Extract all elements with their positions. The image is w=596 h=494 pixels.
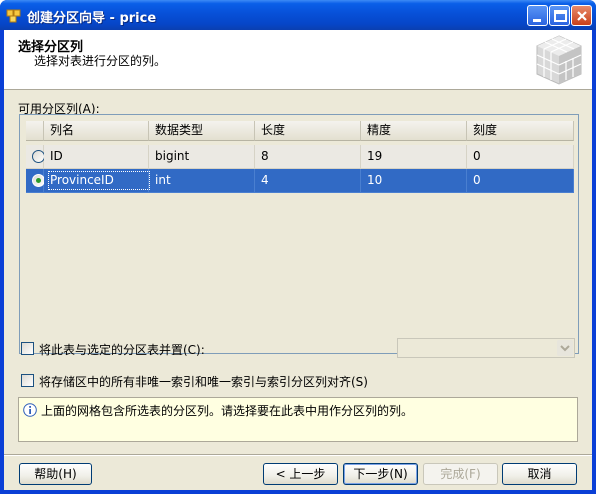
maximize-icon [554,10,567,22]
cell-precision: 19 [361,145,467,169]
window-title: 创建分区向导 - price [27,11,157,26]
align-indexes-label[interactable]: 将存储区中的所有非唯一索引和唯一索引与索引分区列对齐(S) [39,373,368,390]
cell-name: ID [44,145,149,169]
partition-columns-grid[interactable]: 列名 数据类型 长度 精度 刻度 ID bigint 8 19 0 Provin… [19,114,579,354]
focus-rectangle [48,171,150,190]
minimize-button[interactable] [527,5,548,26]
cube-grid-icon [536,35,582,85]
help-button[interactable]: 帮助(H) [19,463,92,485]
table-row-selected[interactable]: ProvinceID int 4 10 0 [26,169,576,193]
maximize-button[interactable] [549,5,570,26]
table-row[interactable]: ID bigint 8 19 0 [26,145,576,169]
wizard-app-icon [6,9,21,23]
row-header-corner [26,121,44,141]
close-button[interactable] [571,5,592,26]
collocate-label[interactable]: 将此表与选定的分区表并置(C): [39,341,205,358]
wizard-window: 创建分区向导 - price 选择分区列 选择对表进行分区的列。 可用分区列(A… [0,0,596,494]
cell-precision: 10 [361,169,467,193]
partition-table-select[interactable] [397,338,575,358]
finish-button[interactable]: 完成(F) [423,463,498,485]
cancel-button[interactable]: 取消 [502,463,577,485]
collocate-checkbox[interactable] [21,342,34,355]
info-icon [23,403,37,417]
cell-scale: 0 [467,169,574,193]
next-button[interactable]: 下一步(N) [343,463,418,485]
close-icon [577,11,587,21]
column-header-name[interactable]: 列名 [44,121,149,141]
column-header-precision[interactable]: 精度 [361,121,467,141]
info-text: 上面的网格包含所选表的分区列。请选择要在此表中用作分区列的列。 [41,404,414,418]
page-subtitle: 选择对表进行分区的列。 [34,54,167,68]
align-indexes-checkbox[interactable] [21,374,34,387]
wizard-header: 选择分区列 选择对表进行分区的列。 [4,30,592,90]
title-bar[interactable]: 创建分区向导 - price [0,0,596,30]
back-button[interactable]: < 上一步 [263,463,338,485]
column-header-length[interactable]: 长度 [255,121,361,141]
column-header-type[interactable]: 数据类型 [149,121,255,141]
cell-type: bigint [149,145,255,169]
info-panel: 上面的网格包含所选表的分区列。请选择要在此表中用作分区列的列。 [18,397,578,442]
column-header-scale[interactable]: 刻度 [467,121,574,141]
combo-dropdown-button[interactable] [557,340,573,356]
cell-type: int [149,169,255,193]
cell-length: 4 [255,169,361,193]
footer-divider-highlight [4,455,592,456]
cell-length: 8 [255,145,361,169]
minimize-icon [533,19,541,22]
cell-scale: 0 [467,145,574,169]
wizard-body: 选择分区列 选择对表进行分区的列。 可用分区列(A): 列名 数据类型 长度 精… [4,30,592,490]
chevron-down-icon [560,345,570,352]
